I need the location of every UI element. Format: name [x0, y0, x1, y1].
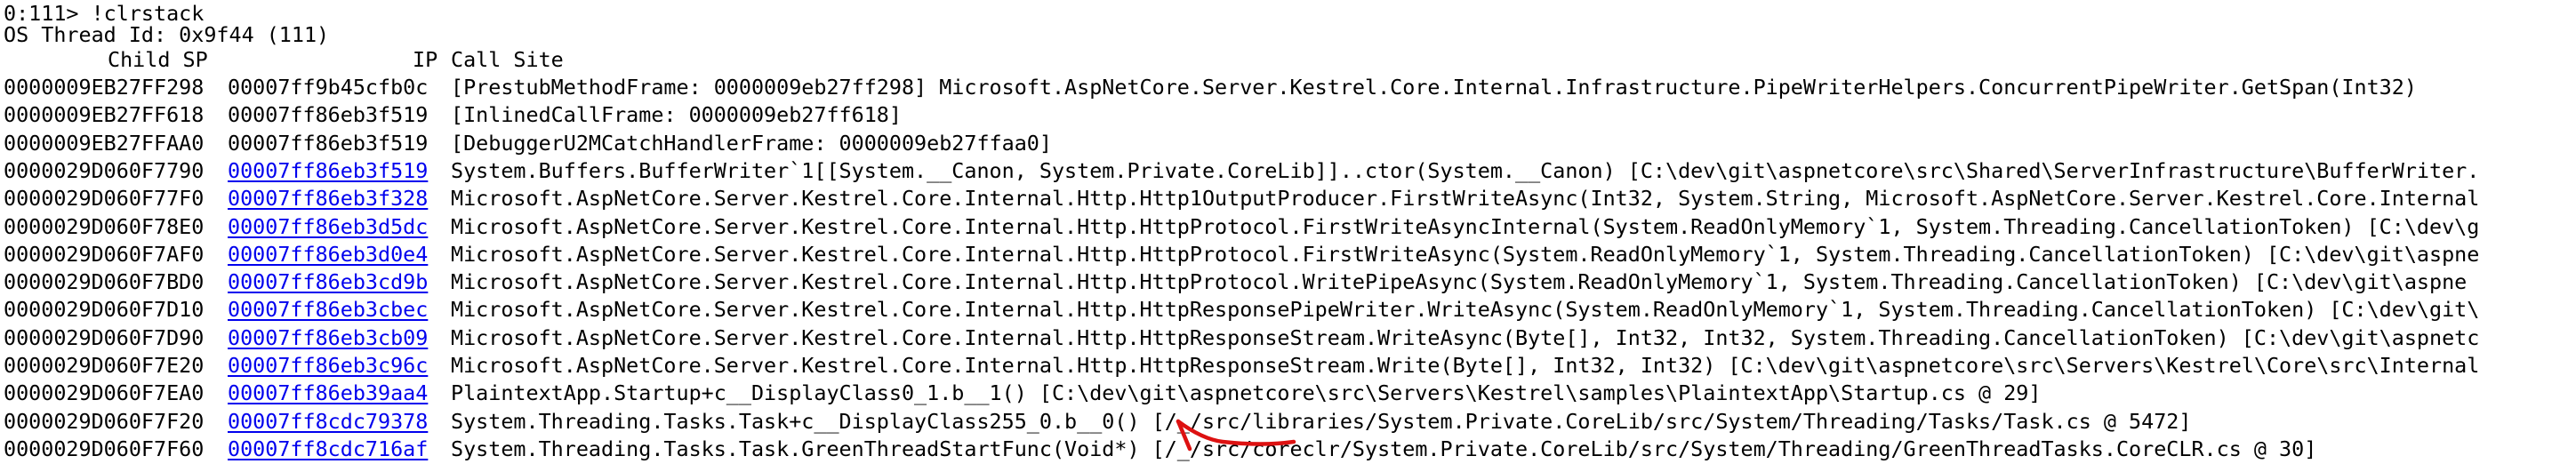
frame-ip: 00007ff9b45cfb0c	[228, 75, 429, 100]
frame-call-site: Microsoft.AspNetCore.Server.Kestrel.Core…	[451, 353, 2480, 378]
stack-frame-row: 0000009EB27FFAA0 00007ff86eb3f519 [Debugge…	[4, 130, 2573, 157]
stack-frame-row: 0000029D060F7D10 00007ff86eb3cbec Microsof…	[4, 296, 2573, 324]
stack-frame-row: 0000029D060F7790 00007ff86eb3f519 System.B…	[4, 157, 2573, 185]
frame-ip-link[interactable]: 00007ff8cdc79378	[228, 408, 428, 436]
frame-child-sp: 0000009EB27FF618	[4, 102, 205, 128]
stack-frame-row: 0000029D060F7F60 00007ff8cdc716af System.T…	[4, 436, 2573, 463]
frame-ip-link[interactable]: 00007ff86eb3f519	[228, 157, 428, 185]
frame-call-site: Microsoft.AspNetCore.Server.Kestrel.Core…	[451, 269, 2468, 295]
stack-frame-row: 0000029D060F78E0 00007ff86eb3d5dc Microsof…	[4, 213, 2573, 241]
frame-ip-link[interactable]: 00007ff86eb3d5dc	[228, 213, 428, 241]
frame-ip-link[interactable]: 00007ff86eb3cb09	[228, 324, 428, 352]
column-header-row: Child SP IP Call Site	[4, 46, 2573, 74]
frame-ip-link[interactable]: 00007ff86eb3d0e4	[228, 241, 428, 268]
stack-frame-row: 0000029D060F77F0 00007ff86eb3f328 Microsof…	[4, 185, 2573, 212]
stack-frame-row: 0000029D060F7F20 00007ff8cdc79378 System.T…	[4, 408, 2573, 436]
frame-ip-link[interactable]: 00007ff86eb3cbec	[228, 296, 428, 324]
frame-call-site: Microsoft.AspNetCore.Server.Kestrel.Core…	[451, 324, 2480, 350]
frame-child-sp: 0000029D060F7F60	[4, 436, 205, 461]
frame-child-sp: 0000029D060F7E20	[4, 353, 205, 378]
frame-call-site: Microsoft.AspNetCore.Server.Kestrel.Core…	[451, 297, 2480, 323]
column-header-ip: IP	[413, 47, 438, 72]
column-header-child-sp: Child SP	[108, 47, 208, 72]
frame-child-sp: 0000029D060F77F0	[4, 186, 205, 212]
frame-call-site: Microsoft.AspNetCore.Server.Kestrel.Core…	[451, 186, 2480, 212]
frame-ip-link[interactable]: 00007ff86eb39aa4	[228, 380, 428, 407]
frame-ip: 00007ff86eb3f519	[228, 102, 429, 128]
os-thread-line: OS Thread Id: 0x9f44 (111)	[4, 22, 330, 47]
frame-call-site: System.Threading.Tasks.Task+c__DisplayCl…	[451, 408, 2192, 434]
frame-call-site: [PrestubMethodFrame: 0000009eb27ff298] M…	[451, 75, 2417, 100]
stack-frame-row: 0000009EB27FF298 00007ff9b45cfb0c [Prestub…	[4, 74, 2573, 101]
frame-call-site: Microsoft.AspNetCore.Server.Kestrel.Core…	[451, 241, 2480, 267]
frame-child-sp: 0000029D060F7AF0	[4, 241, 205, 267]
frame-child-sp: 0000029D060F7D90	[4, 324, 205, 350]
column-header-call-site: Call Site	[451, 47, 564, 72]
frame-call-site: System.Buffers.BufferWriter`1[[System.__…	[451, 157, 2480, 183]
frame-child-sp: 0000029D060F7EA0	[4, 380, 205, 406]
frame-child-sp: 0000029D060F78E0	[4, 213, 205, 239]
stack-frame-row: 0000029D060F7AF0 00007ff86eb3d0e4 Microsof…	[4, 241, 2573, 268]
debugger-console: 0:111> !clrstack OS Thread Id: 0x9f44 (1…	[0, 0, 2576, 472]
frame-call-site: PlaintextApp.Startup+c__DisplayClass0_1.…	[451, 380, 2042, 406]
frame-call-site: [DebuggerU2MCatchHandlerFrame: 0000009eb…	[451, 130, 1052, 156]
frame-child-sp: 0000029D060F7790	[4, 157, 205, 183]
frame-call-site: Microsoft.AspNetCore.Server.Kestrel.Core…	[451, 213, 2480, 239]
stack-frame-row: 0000029D060F7EA0 00007ff86eb39aa4 Plaintex…	[4, 380, 2573, 407]
stack-frame-row: 0000029D060F7D90 00007ff86eb3cb09 Microsof…	[4, 324, 2573, 352]
frame-child-sp: 0000029D060F7BD0	[4, 269, 205, 295]
frame-call-site: System.Threading.Tasks.Task.GreenThreadS…	[451, 436, 2317, 461]
stack-frame-row: 0000029D060F7E20 00007ff86eb3c96c Microsof…	[4, 352, 2573, 380]
frame-child-sp: 0000009EB27FF298	[4, 75, 205, 100]
frame-ip-link[interactable]: 00007ff86eb3f328	[228, 185, 428, 212]
frame-ip-link[interactable]: 00007ff86eb3cd9b	[228, 268, 428, 296]
frame-ip-link[interactable]: 00007ff8cdc716af	[228, 436, 428, 463]
stack-frame-row: 0000029D060F7BD0 00007ff86eb3cd9b Microsof…	[4, 268, 2573, 296]
frame-child-sp: 0000009EB27FFAA0	[4, 130, 205, 156]
frame-ip-link[interactable]: 00007ff86eb3c96c	[228, 352, 428, 380]
frame-ip: 00007ff86eb3f519	[228, 130, 429, 156]
frame-child-sp: 0000029D060F7F20	[4, 408, 205, 434]
frame-child-sp: 0000029D060F7D10	[4, 297, 205, 323]
stack-frame-row: 0000009EB27FF618 00007ff86eb3f519 [Inlined…	[4, 101, 2573, 129]
frame-call-site: [InlinedCallFrame: 0000009eb27ff618]	[451, 102, 902, 128]
